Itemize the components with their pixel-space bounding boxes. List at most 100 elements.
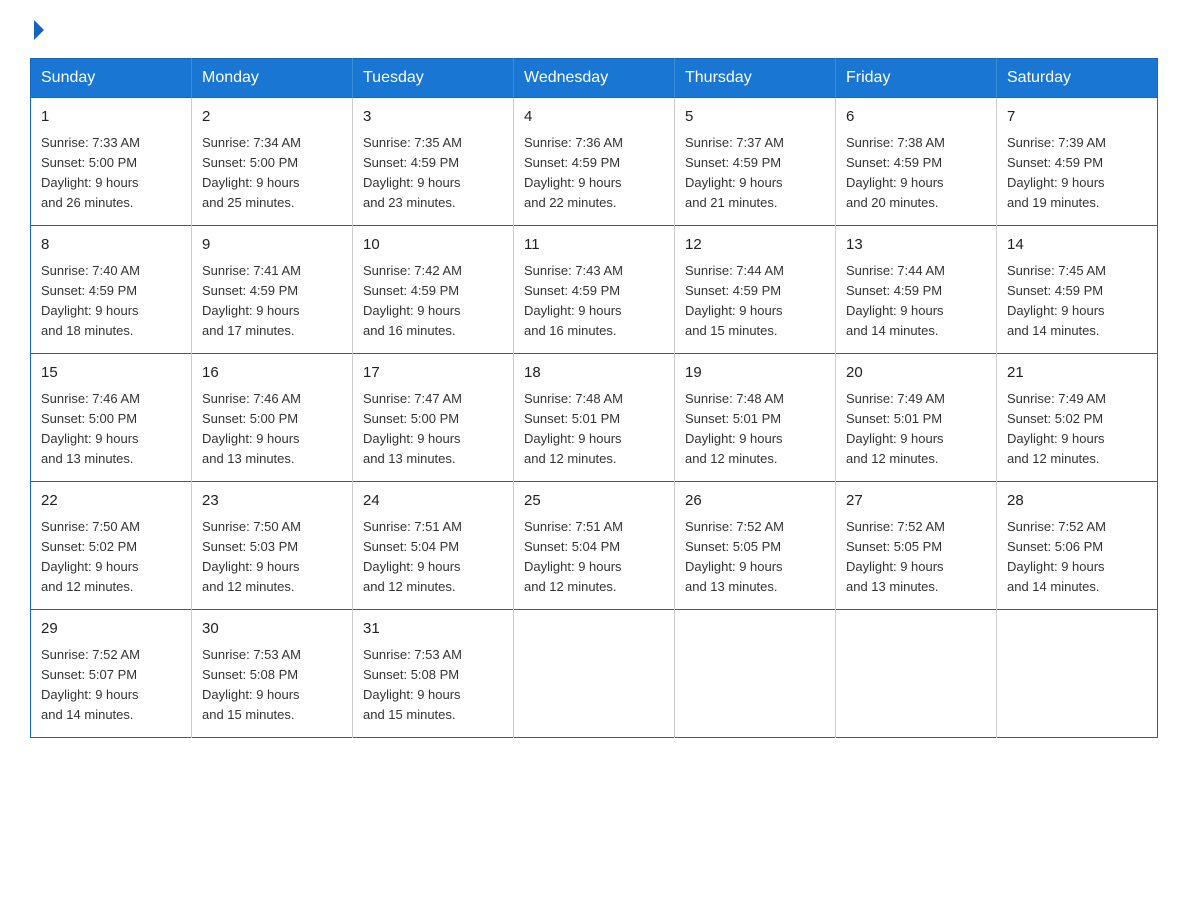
logo-arrow-icon [34,20,44,40]
day-info: Sunrise: 7:50 AMSunset: 5:03 PMDaylight:… [202,517,342,598]
day-number: 19 [685,362,825,385]
calendar-week-row: 1 Sunrise: 7:33 AMSunset: 5:00 PMDaylight… [31,98,1158,226]
day-number: 23 [202,490,342,513]
day-of-week-header: Saturday [997,59,1158,98]
day-number: 5 [685,106,825,129]
calendar-day-cell: 20Sunrise: 7:49 AMSunset: 5:01 PMDayligh… [836,354,997,482]
calendar-day-cell: 29 Sunrise: 7:52 AMSunset: 5:07 PMDayligh… [31,610,192,738]
calendar-day-cell: 9 Sunrise: 7:41 AMSunset: 4:59 PMDaylight… [192,226,353,354]
day-number: 1 [41,106,181,129]
day-info: Sunrise: 7:39 AMSunset: 4:59 PMDaylight:… [1007,133,1147,214]
day-info: Sunrise: 7:35 AMSunset: 4:59 PMDaylight:… [363,133,503,214]
calendar-day-cell: 18 Sunrise: 7:48 AMSunset: 5:01 PMDayligh… [514,354,675,482]
calendar-header: SundayMondayTuesdayWednesdayThursdayFrid… [31,59,1158,98]
day-info: Sunrise: 7:49 AMSunset: 5:02 PMDaylight:… [1007,389,1147,470]
calendar-day-cell: 28Sunrise: 7:52 AMSunset: 5:06 PMDayligh… [997,482,1158,610]
calendar-day-cell [997,610,1158,738]
calendar-day-cell: 16Sunrise: 7:46 AMSunset: 5:00 PMDayligh… [192,354,353,482]
day-info: Sunrise: 7:42 AMSunset: 4:59 PMDaylight:… [363,261,503,342]
page-header [30,20,1158,40]
calendar-day-cell: 27 Sunrise: 7:52 AMSunset: 5:05 PMDayligh… [836,482,997,610]
calendar-day-cell: 24 Sunrise: 7:51 AMSunset: 5:04 PMDayligh… [353,482,514,610]
day-info: Sunrise: 7:38 AMSunset: 4:59 PMDaylight:… [846,133,986,214]
day-info: Sunrise: 7:51 AMSunset: 5:04 PMDaylight:… [524,517,664,598]
day-number: 28 [1007,490,1147,513]
day-of-week-header: Sunday [31,59,192,98]
day-info: Sunrise: 7:46 AMSunset: 5:00 PMDaylight:… [41,389,181,470]
day-info: Sunrise: 7:44 AMSunset: 4:59 PMDaylight:… [685,261,825,342]
calendar-day-cell: 21 Sunrise: 7:49 AMSunset: 5:02 PMDayligh… [997,354,1158,482]
day-info: Sunrise: 7:52 AMSunset: 5:07 PMDaylight:… [41,645,181,726]
day-number: 15 [41,362,181,385]
calendar-week-row: 22 Sunrise: 7:50 AMSunset: 5:02 PMDayligh… [31,482,1158,610]
day-info: Sunrise: 7:48 AMSunset: 5:01 PMDaylight:… [524,389,664,470]
day-number: 13 [846,234,986,257]
day-number: 9 [202,234,342,257]
calendar-day-cell: 8 Sunrise: 7:40 AMSunset: 4:59 PMDaylight… [31,226,192,354]
calendar-day-cell: 30Sunrise: 7:53 AMSunset: 5:08 PMDayligh… [192,610,353,738]
day-of-week-header: Thursday [675,59,836,98]
day-info: Sunrise: 7:41 AMSunset: 4:59 PMDaylight:… [202,261,342,342]
day-info: Sunrise: 7:33 AMSunset: 5:00 PMDaylight:… [41,133,181,214]
day-number: 21 [1007,362,1147,385]
calendar-day-cell: 22 Sunrise: 7:50 AMSunset: 5:02 PMDayligh… [31,482,192,610]
calendar-day-cell: 25 Sunrise: 7:51 AMSunset: 5:04 PMDayligh… [514,482,675,610]
day-number: 20 [846,362,986,385]
day-info: Sunrise: 7:52 AMSunset: 5:05 PMDaylight:… [846,517,986,598]
day-info: Sunrise: 7:51 AMSunset: 5:04 PMDaylight:… [363,517,503,598]
calendar-day-cell: 14Sunrise: 7:45 AMSunset: 4:59 PMDayligh… [997,226,1158,354]
day-of-week-header: Tuesday [353,59,514,98]
day-number: 26 [685,490,825,513]
calendar-week-row: 15 Sunrise: 7:46 AMSunset: 5:00 PMDayligh… [31,354,1158,482]
day-number: 10 [363,234,503,257]
calendar-week-row: 8 Sunrise: 7:40 AMSunset: 4:59 PMDaylight… [31,226,1158,354]
calendar-day-cell: 19 Sunrise: 7:48 AMSunset: 5:01 PMDayligh… [675,354,836,482]
day-number: 11 [524,234,664,257]
day-number: 16 [202,362,342,385]
calendar-day-cell: 26Sunrise: 7:52 AMSunset: 5:05 PMDayligh… [675,482,836,610]
day-number: 8 [41,234,181,257]
calendar-day-cell: 12 Sunrise: 7:44 AMSunset: 4:59 PMDayligh… [675,226,836,354]
calendar-day-cell: 15 Sunrise: 7:46 AMSunset: 5:00 PMDayligh… [31,354,192,482]
day-info: Sunrise: 7:48 AMSunset: 5:01 PMDaylight:… [685,389,825,470]
day-number: 17 [363,362,503,385]
calendar-day-cell [675,610,836,738]
calendar-day-cell: 11Sunrise: 7:43 AMSunset: 4:59 PMDayligh… [514,226,675,354]
day-info: Sunrise: 7:37 AMSunset: 4:59 PMDaylight:… [685,133,825,214]
calendar-day-cell: 6 Sunrise: 7:38 AMSunset: 4:59 PMDaylight… [836,98,997,226]
day-number: 31 [363,618,503,641]
day-of-week-header: Monday [192,59,353,98]
calendar-body: 1 Sunrise: 7:33 AMSunset: 5:00 PMDaylight… [31,98,1158,738]
calendar-day-cell: 17 Sunrise: 7:47 AMSunset: 5:00 PMDayligh… [353,354,514,482]
calendar-day-cell: 13 Sunrise: 7:44 AMSunset: 4:59 PMDayligh… [836,226,997,354]
day-number: 24 [363,490,503,513]
day-number: 12 [685,234,825,257]
calendar-day-cell: 10 Sunrise: 7:42 AMSunset: 4:59 PMDayligh… [353,226,514,354]
day-number: 18 [524,362,664,385]
day-info: Sunrise: 7:50 AMSunset: 5:02 PMDaylight:… [41,517,181,598]
calendar-day-cell: 5 Sunrise: 7:37 AMSunset: 4:59 PMDaylight… [675,98,836,226]
day-number: 2 [202,106,342,129]
days-of-week-row: SundayMondayTuesdayWednesdayThursdayFrid… [31,59,1158,98]
day-number: 22 [41,490,181,513]
calendar-day-cell: 1 Sunrise: 7:33 AMSunset: 5:00 PMDaylight… [31,98,192,226]
day-number: 29 [41,618,181,641]
day-number: 30 [202,618,342,641]
day-number: 6 [846,106,986,129]
calendar-day-cell [836,610,997,738]
logo [30,20,44,40]
day-info: Sunrise: 7:53 AMSunset: 5:08 PMDaylight:… [363,645,503,726]
calendar-day-cell [514,610,675,738]
day-number: 25 [524,490,664,513]
day-number: 4 [524,106,664,129]
calendar-day-cell: 23 Sunrise: 7:50 AMSunset: 5:03 PMDayligh… [192,482,353,610]
day-number: 27 [846,490,986,513]
day-info: Sunrise: 7:47 AMSunset: 5:00 PMDaylight:… [363,389,503,470]
day-number: 7 [1007,106,1147,129]
day-info: Sunrise: 7:36 AMSunset: 4:59 PMDaylight:… [524,133,664,214]
calendar-day-cell: 4 Sunrise: 7:36 AMSunset: 4:59 PMDaylight… [514,98,675,226]
day-info: Sunrise: 7:44 AMSunset: 4:59 PMDaylight:… [846,261,986,342]
day-number: 3 [363,106,503,129]
day-info: Sunrise: 7:40 AMSunset: 4:59 PMDaylight:… [41,261,181,342]
day-info: Sunrise: 7:34 AMSunset: 5:00 PMDaylight:… [202,133,342,214]
